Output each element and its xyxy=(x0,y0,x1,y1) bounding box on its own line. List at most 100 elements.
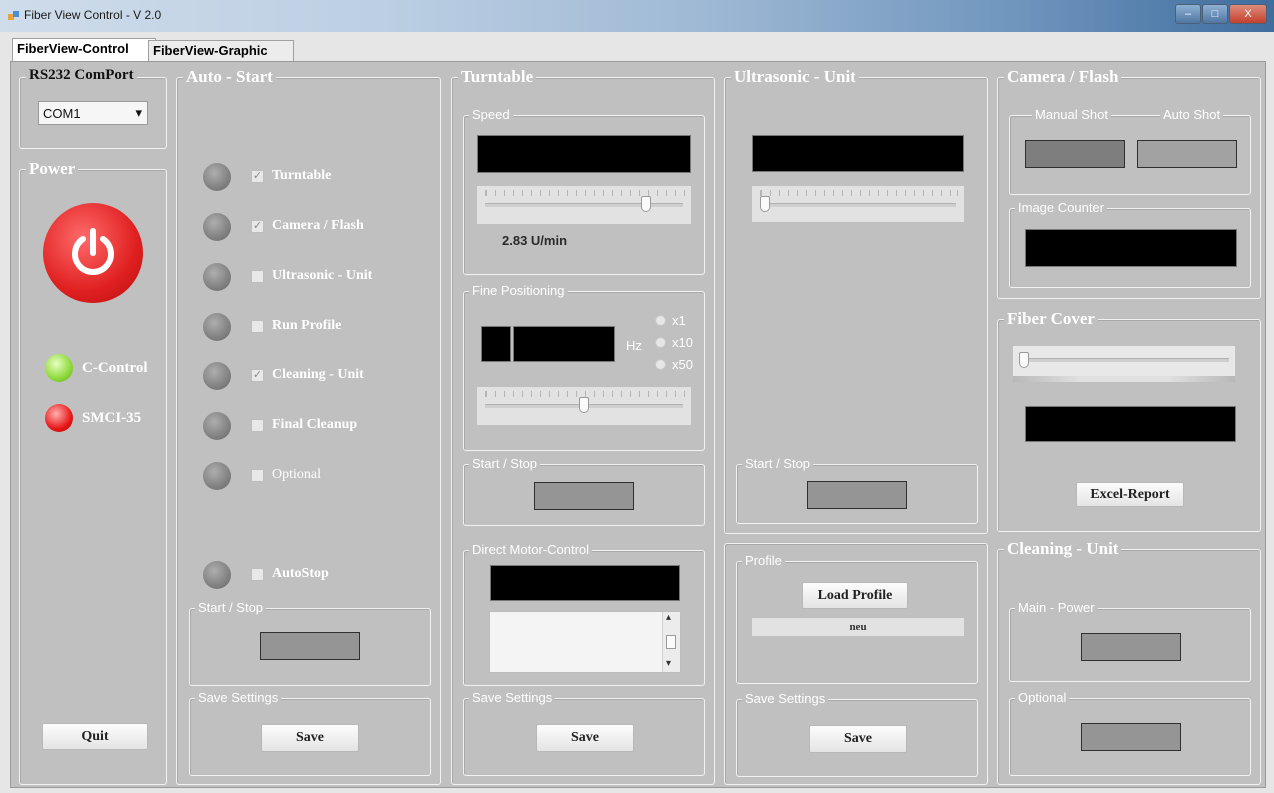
smci-35-led xyxy=(45,404,73,432)
turntable-startstop-group: Start / Stop xyxy=(463,456,705,526)
autostart-title: Auto - Start xyxy=(183,67,276,87)
autostart-checkbox[interactable] xyxy=(251,469,264,482)
ultrasonic-group: Ultrasonic - Unit Start / Stop xyxy=(724,67,988,534)
fine-slider[interactable] xyxy=(477,387,691,425)
direct-motor-display xyxy=(490,565,680,601)
radio-x10-label: x10 xyxy=(672,335,693,350)
turntable-save-button[interactable]: Save xyxy=(536,724,634,752)
autostart-item-label: Turntable xyxy=(272,168,332,183)
optional-button[interactable] xyxy=(1081,723,1181,751)
speed-value: 2.83 U/min xyxy=(502,233,568,248)
autostart-item-label: Optional xyxy=(272,467,321,482)
autostart-checkbox[interactable] xyxy=(251,270,264,283)
autostart-led xyxy=(203,263,231,291)
c-control-led xyxy=(45,354,73,382)
excel-report-button[interactable]: Excel-Report xyxy=(1076,482,1184,507)
fine-positioning-group: Fine Positioning Hz x1 x10 x50 xyxy=(463,283,705,451)
ultrasonic-startstop-group: Start / Stop xyxy=(736,456,978,524)
ultrasonic-startstop-button[interactable] xyxy=(807,481,907,509)
manual-shot-label: Manual Shot xyxy=(1032,107,1111,122)
autostart-group: Auto - Start ✓ Turntable ✓ Camera / Flash Ul… xyxy=(176,67,441,785)
smci-35-label: SMCI-35 xyxy=(82,410,142,426)
power-icon xyxy=(72,228,114,275)
fibercover-title: Fiber Cover xyxy=(1004,309,1098,329)
turntable-startstop-button[interactable] xyxy=(534,482,634,510)
ultrasonic-slider[interactable] xyxy=(752,186,964,222)
autostart-checkbox[interactable] xyxy=(251,320,264,333)
scroll-thumb[interactable] xyxy=(666,635,676,649)
tab-fiberview-control[interactable]: FiberView-Control xyxy=(12,38,156,63)
cleaning-group: Cleaning - Unit Main - Power Optional xyxy=(997,539,1261,785)
ultrasonic-display xyxy=(752,135,964,172)
autostart-checkbox[interactable] xyxy=(251,419,264,432)
power-group: Power C-Control SMCI-35 Quit xyxy=(19,159,167,785)
speed-slider-thumb[interactable] xyxy=(641,196,652,212)
c-control-label: C-Control xyxy=(82,360,148,376)
direct-motor-group: Direct Motor-Control ▴ ▾ xyxy=(463,542,705,686)
autostart-checkbox[interactable]: ✓ xyxy=(251,170,264,183)
autostart-led xyxy=(203,561,231,589)
fibercover-level-bar xyxy=(1013,376,1235,382)
speed-slider[interactable] xyxy=(477,186,691,224)
scroll-up-icon[interactable]: ▴ xyxy=(666,612,671,623)
quit-button[interactable]: Quit xyxy=(42,723,148,750)
fine-slider-thumb[interactable] xyxy=(579,397,589,413)
fine-display-right xyxy=(513,326,615,362)
autostart-led xyxy=(203,462,231,490)
main-power-button[interactable] xyxy=(1081,633,1181,661)
speed-label: Speed xyxy=(469,107,513,122)
ultrasonic-startstop-label: Start / Stop xyxy=(742,456,814,471)
autostart-item-label: Cleaning - Unit xyxy=(272,367,364,382)
autostart-checkbox[interactable]: ✓ xyxy=(251,369,264,382)
camera-group: Camera / Flash Manual Shot Auto Shot Ima… xyxy=(997,67,1261,299)
profile-outer-group: Profile Load Profile neu Save Settings S… xyxy=(724,543,988,785)
scroll-down-icon[interactable]: ▾ xyxy=(666,658,671,669)
image-counter-group: Image Counter xyxy=(1009,200,1251,288)
autostart-startstop-label: Start / Stop xyxy=(195,600,267,615)
autostart-led xyxy=(203,362,231,390)
optional-label: Optional xyxy=(1015,690,1070,705)
tab-fiberview-graphic[interactable]: FiberView-Graphic xyxy=(148,40,294,63)
manual-shot-button[interactable] xyxy=(1025,140,1125,168)
maximize-button[interactable]: □ xyxy=(1202,4,1228,24)
autostart-checkbox[interactable] xyxy=(251,568,264,581)
fibercover-slider-thumb[interactable] xyxy=(1019,352,1029,368)
autostart-save-settings-label: Save Settings xyxy=(195,690,282,705)
fibercover-display xyxy=(1025,406,1236,442)
comport-select[interactable]: COM1 ▾ xyxy=(38,101,148,125)
direct-motor-scrollbar[interactable]: ▴ ▾ xyxy=(662,612,680,672)
optional-group: Optional xyxy=(1009,690,1251,776)
autostart-led xyxy=(203,213,231,241)
camera-title: Camera / Flash xyxy=(1004,67,1122,87)
autostart-save-button[interactable]: Save xyxy=(261,724,359,752)
ultrasonic-slider-thumb[interactable] xyxy=(760,196,770,212)
profile-name: neu xyxy=(752,618,964,636)
direct-motor-textarea[interactable]: ▴ ▾ xyxy=(489,611,681,673)
comport-group: RS232 ComPort COM1 ▾ xyxy=(19,67,167,149)
autostart-checkbox[interactable]: ✓ xyxy=(251,220,264,233)
ultrasonic-save-button[interactable]: Save xyxy=(809,725,907,753)
power-button[interactable] xyxy=(43,203,143,303)
minimize-button[interactable]: – xyxy=(1175,4,1201,24)
turntable-group: Turntable Speed 2.83 U/min Fine Position… xyxy=(451,67,715,785)
title-bar xyxy=(0,0,1274,32)
shots-group: Manual Shot Auto Shot xyxy=(1009,107,1251,195)
app-icon xyxy=(8,11,19,20)
comport-title: RS232 ComPort xyxy=(26,67,137,84)
autostart-item-label: Ultrasonic - Unit xyxy=(272,268,373,283)
radio-x10[interactable] xyxy=(655,337,666,348)
auto-shot-label: Auto Shot xyxy=(1160,107,1224,122)
fine-positioning-label: Fine Positioning xyxy=(469,283,568,298)
radio-x1[interactable] xyxy=(655,315,666,326)
autostart-led xyxy=(203,412,231,440)
fine-display-left xyxy=(481,326,511,362)
autostart-led xyxy=(203,313,231,341)
autostart-startstop-button[interactable] xyxy=(260,632,360,660)
autostart-startstop-group: Start / Stop xyxy=(189,600,431,686)
auto-shot-button[interactable] xyxy=(1137,140,1237,168)
close-button[interactable]: X xyxy=(1229,4,1267,24)
fibercover-slider[interactable] xyxy=(1013,346,1235,376)
ultrasonic-save-group: Save Settings Save xyxy=(736,691,978,777)
load-profile-button[interactable]: Load Profile xyxy=(802,582,908,609)
radio-x50[interactable] xyxy=(655,359,666,370)
